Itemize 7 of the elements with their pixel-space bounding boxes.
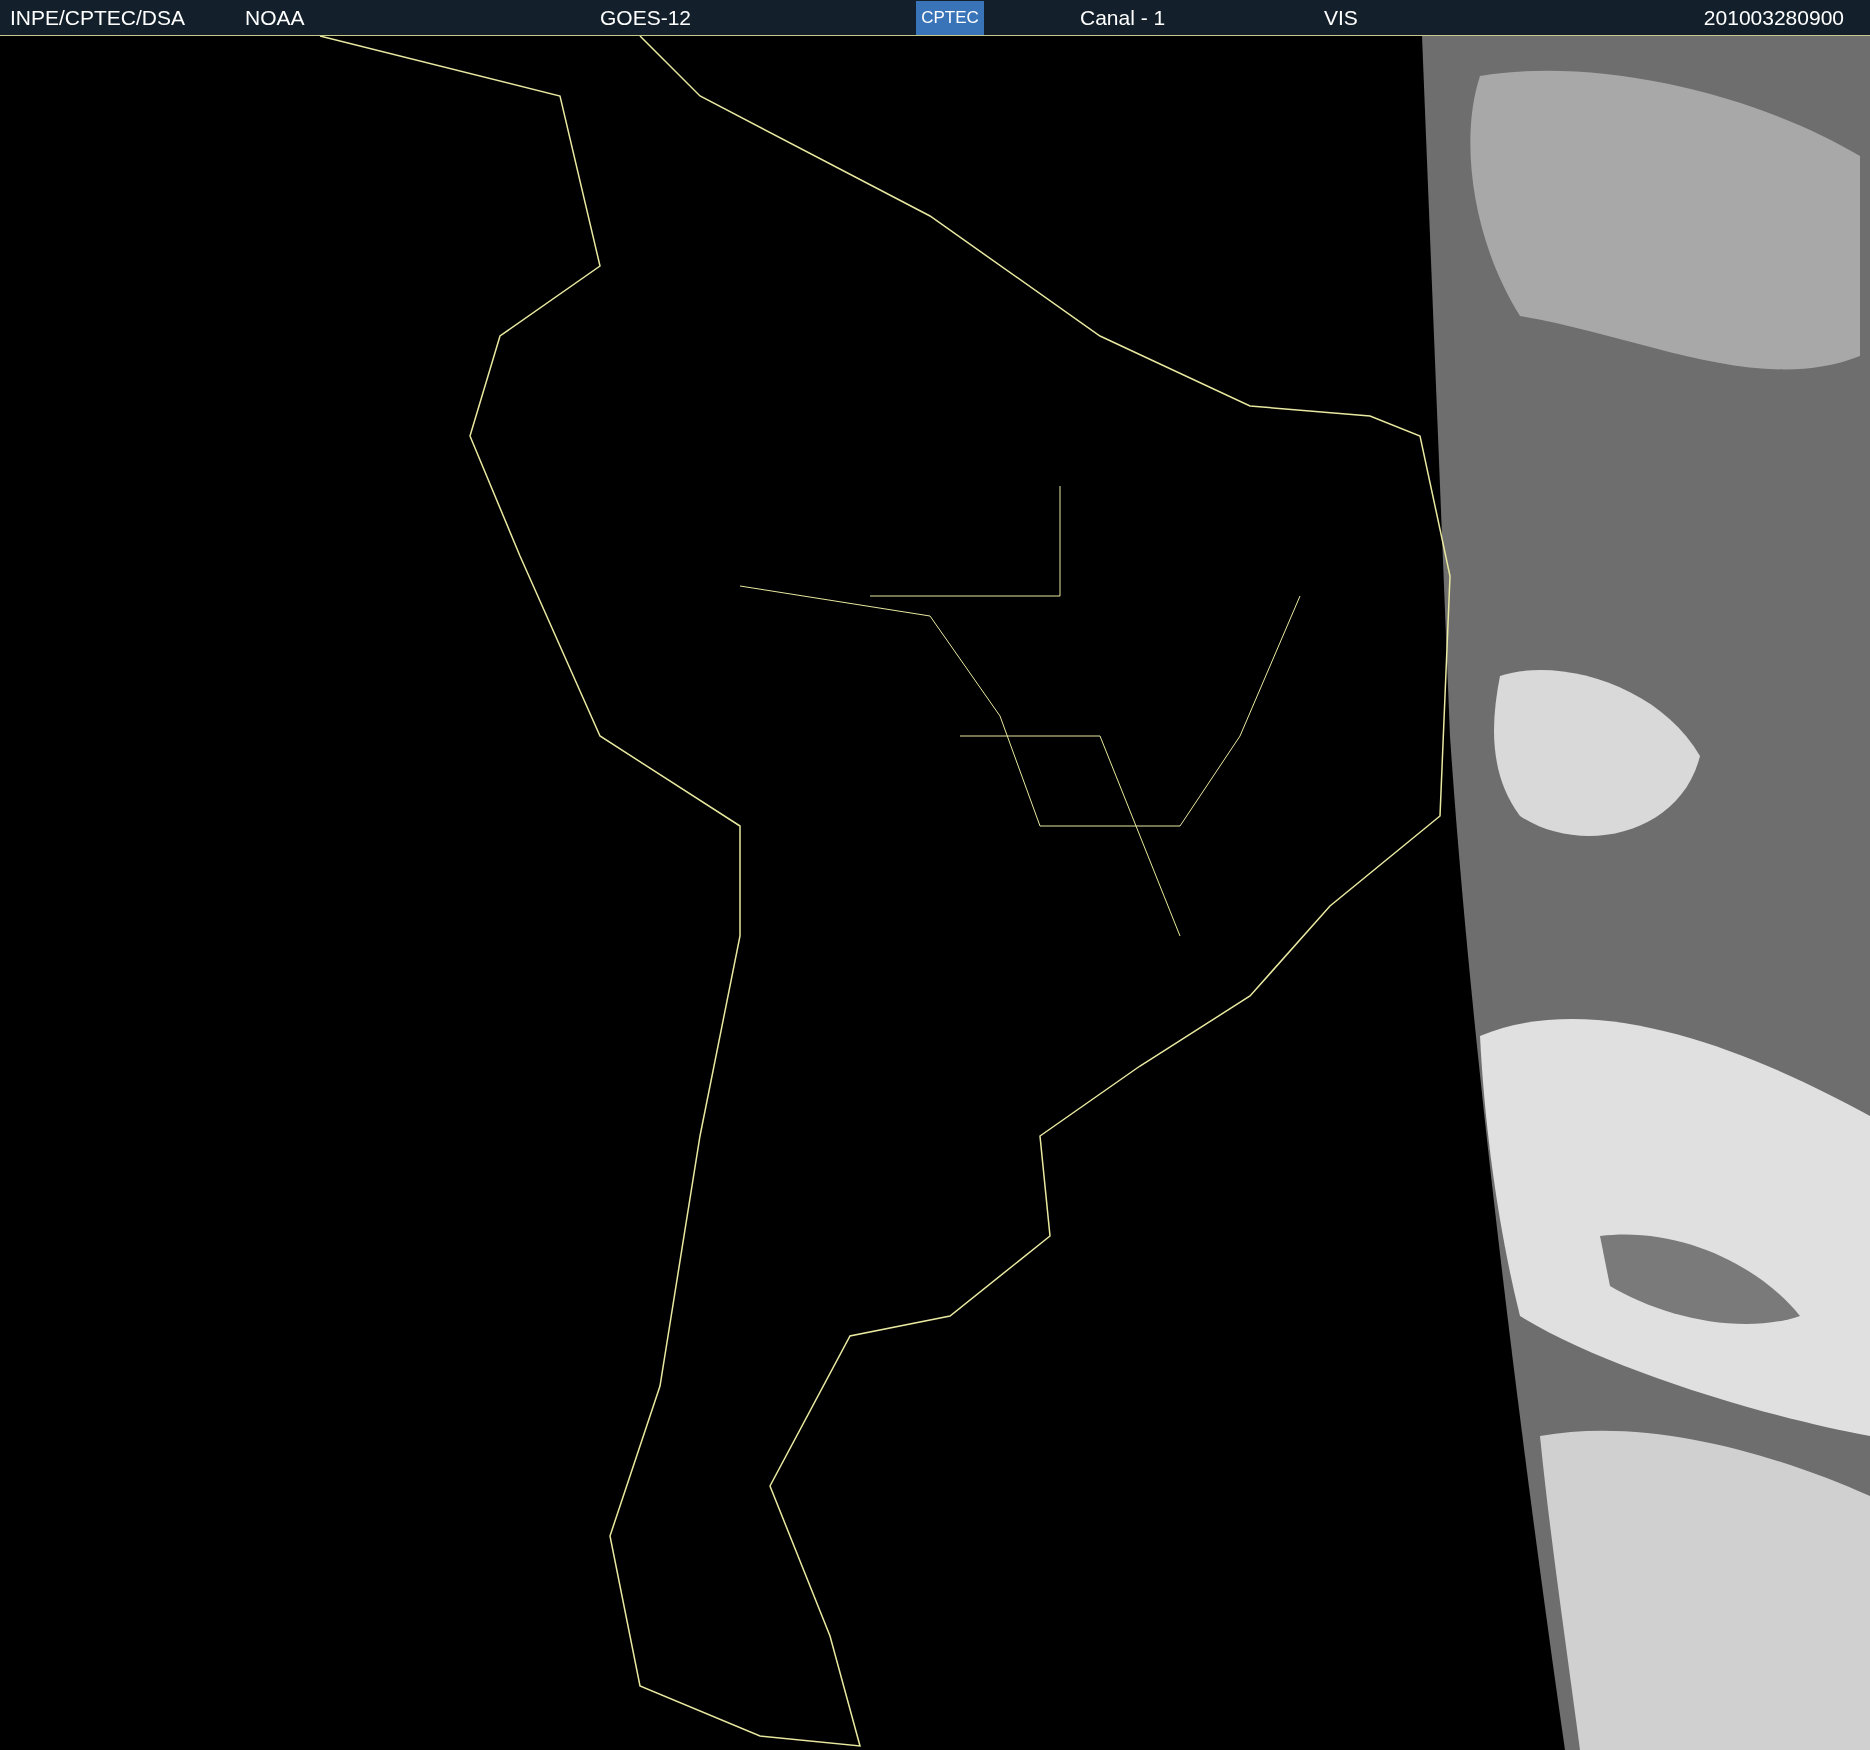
- satellite-label: GOES-12: [600, 4, 693, 31]
- agency-label: NOAA: [245, 4, 306, 31]
- logo-badge: CPTEC: [916, 0, 984, 35]
- timestamp-label: 201003280900: [1703, 4, 1844, 31]
- band-label: VIS: [1324, 4, 1358, 31]
- channel-label: Canal - 1: [1080, 4, 1167, 31]
- source-label: INPE/CPTEC/DSA: [10, 4, 187, 31]
